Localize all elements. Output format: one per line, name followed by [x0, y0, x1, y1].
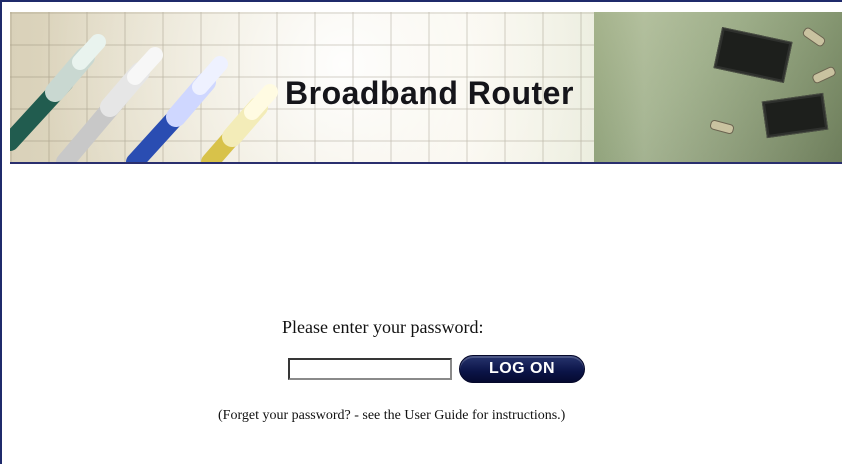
- forgot-password-help-text: (Forget your password? - see the User Gu…: [218, 408, 566, 423]
- chip-icon: [713, 26, 793, 84]
- log-on-button[interactable]: LOG ON: [459, 355, 585, 383]
- password-input[interactable]: [288, 358, 452, 380]
- resistor-icon: [801, 26, 827, 48]
- log-on-label: LOG ON: [488, 360, 556, 377]
- yellow-cable-icon: [201, 84, 278, 162]
- resistor-icon: [709, 119, 735, 135]
- header-banner: Broadband Router: [10, 12, 842, 164]
- ethernet-cables-icon: [10, 34, 278, 162]
- blue-cable-icon: [126, 56, 228, 162]
- page-title: Broadband Router: [285, 75, 574, 111]
- chip-icon: [761, 92, 829, 139]
- login-page: Broadband Router Please enter your passw…: [0, 0, 842, 464]
- password-prompt: Please enter your password:: [282, 317, 484, 337]
- circuit-board-icon: [594, 12, 842, 162]
- login-form: Please enter your password: LOG ON (Forg…: [2, 162, 842, 464]
- resistor-icon: [811, 65, 837, 85]
